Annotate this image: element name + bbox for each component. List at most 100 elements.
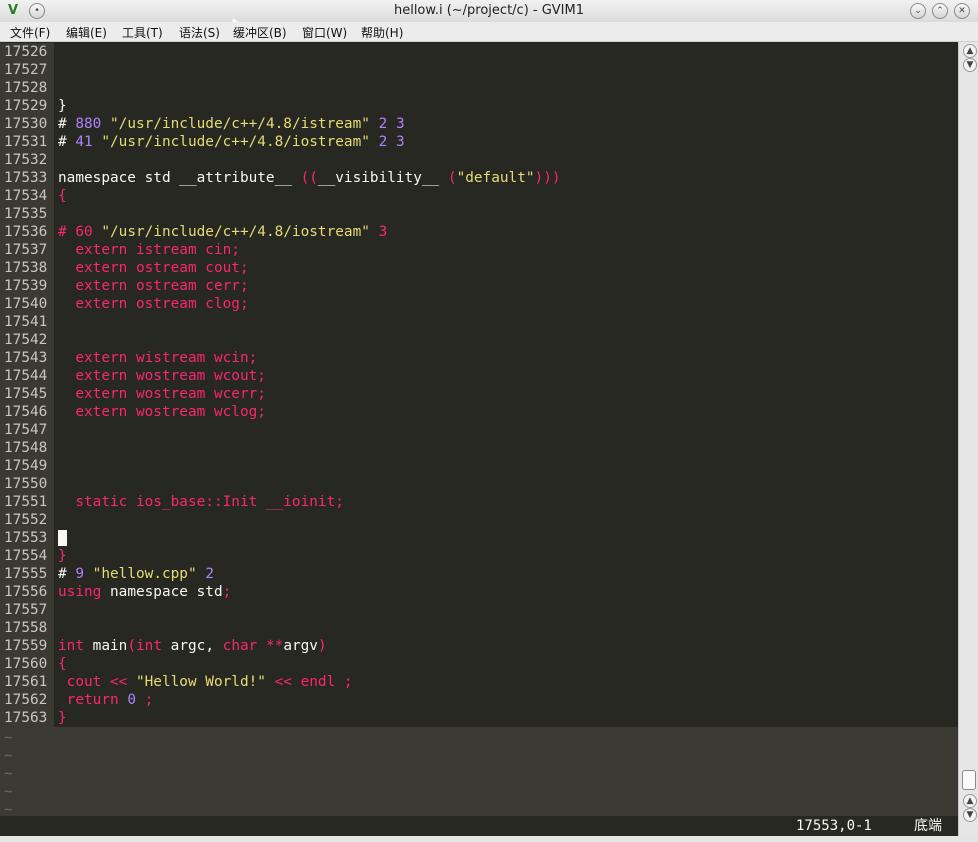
line-number: 17544 bbox=[0, 367, 54, 385]
line-number: 17538 bbox=[0, 259, 54, 277]
cursor-position: 17553,0-1 bbox=[796, 818, 872, 834]
code-text[interactable]: # 9 "hellow.cpp" 2 bbox=[58, 565, 214, 583]
code-line[interactable]: 17539 extern ostream cerr; bbox=[0, 277, 958, 295]
code-line[interactable]: 17548 bbox=[0, 439, 958, 457]
code-line[interactable]: 17549 bbox=[0, 457, 958, 475]
code-line[interactable]: 17547 bbox=[0, 421, 958, 439]
code-line[interactable]: 17530 # 880 "/usr/include/c++/4.8/istream… bbox=[0, 115, 958, 133]
code-line[interactable]: 17558 bbox=[0, 619, 958, 637]
menu-help[interactable]: 帮助(H) bbox=[361, 24, 403, 41]
code-text[interactable]: # 880 "/usr/include/c++/4.8/istream" 2 3 bbox=[58, 115, 405, 133]
code-line[interactable]: 17552 bbox=[0, 511, 958, 529]
menu-file[interactable]: 文件(F) bbox=[10, 24, 50, 41]
code-text[interactable]: namespace std __attribute__ ((__visibili… bbox=[58, 169, 561, 187]
editor-area[interactable]: ~ ~ ~ ~ ~ 17526 17527 17528 17529} 17530 # 880 "/… bbox=[0, 42, 958, 818]
line-number: 17559 bbox=[0, 637, 54, 655]
line-number: 17553 bbox=[0, 529, 54, 547]
vertical-scrollbar[interactable]: ▲ ▼ ▲ ▼ bbox=[958, 42, 978, 836]
line-number: 17530 bbox=[0, 115, 54, 133]
line-number: 17539 bbox=[0, 277, 54, 295]
code-line[interactable]: 17537 extern istream cin; bbox=[0, 241, 958, 259]
code-line[interactable]: 17534{ bbox=[0, 187, 958, 205]
code-line[interactable]: 17532 bbox=[0, 151, 958, 169]
code-line[interactable]: 17551 static ios_base::Init __ioinit; bbox=[0, 493, 958, 511]
code-line[interactable]: 17527 bbox=[0, 61, 958, 79]
code-line[interactable]: 17561 cout << "Hellow World!" << endl ; bbox=[0, 673, 958, 691]
menu-tools[interactable]: 工具(T) bbox=[122, 24, 163, 41]
code-text[interactable]: extern wistream wcin; bbox=[58, 349, 257, 367]
code-line[interactable]: 17554} bbox=[0, 547, 958, 565]
scroll-down-arrow-icon[interactable]: ▼ bbox=[963, 808, 977, 822]
code-line[interactable]: 17553 bbox=[0, 529, 958, 547]
line-number: 17527 bbox=[0, 61, 54, 79]
code-text[interactable]: return 0 ; bbox=[58, 691, 154, 709]
menu-syntax[interactable]: 语法(S) bbox=[179, 24, 220, 41]
menu-buffers[interactable]: 缓冲区(B) bbox=[233, 24, 287, 41]
line-number: 17557 bbox=[0, 601, 54, 619]
code-line[interactable]: 17562 return 0 ; bbox=[0, 691, 958, 709]
code-line[interactable]: 17557 bbox=[0, 601, 958, 619]
code-line[interactable]: 17536 # 60 "/usr/include/c++/4.8/iostream… bbox=[0, 223, 958, 241]
code-text[interactable]: # 41 "/usr/include/c++/4.8/iostream" 2 3 bbox=[58, 133, 405, 151]
line-number: 17550 bbox=[0, 475, 54, 493]
maximize-button[interactable]: ⌃ bbox=[932, 3, 948, 19]
menu-window[interactable]: 窗口(W) bbox=[302, 24, 347, 41]
code-text[interactable]: } bbox=[58, 709, 67, 727]
code-line[interactable]: 17528 bbox=[0, 79, 958, 97]
code-text[interactable]: extern ostream cerr; bbox=[58, 277, 248, 295]
line-number: 17545 bbox=[0, 385, 54, 403]
scroll-up-arrow-icon[interactable]: ▲ bbox=[963, 794, 977, 808]
code-text[interactable]: } bbox=[58, 97, 67, 115]
line-number: 17531 bbox=[0, 133, 54, 151]
code-line[interactable]: 17555 # 9 "hellow.cpp" 2 bbox=[0, 565, 958, 583]
code-line[interactable]: 17544 extern wostream wcout; bbox=[0, 367, 958, 385]
code-text[interactable]: extern wostream wclog; bbox=[58, 403, 266, 421]
line-number: 17534 bbox=[0, 187, 54, 205]
minimize-button[interactable]: ⌄ bbox=[910, 3, 926, 19]
code-text[interactable]: extern ostream cout; bbox=[58, 259, 248, 277]
code-text[interactable]: extern wostream wcerr; bbox=[58, 385, 266, 403]
code-text[interactable]: int main(int argc, char **argv) bbox=[58, 637, 327, 655]
code-text[interactable]: using namespace std; bbox=[58, 583, 231, 601]
line-number: 17535 bbox=[0, 205, 54, 223]
code-line[interactable]: 17545 extern wostream wcerr; bbox=[0, 385, 958, 403]
code-text[interactable]: static ios_base::Init __ioinit; bbox=[58, 493, 344, 511]
code-text[interactable]: extern wostream wcout; bbox=[58, 367, 266, 385]
code-line[interactable]: 17535 bbox=[0, 205, 958, 223]
code-line[interactable]: 17533 namespace std __attribute__ ((__vis… bbox=[0, 169, 958, 187]
code-line[interactable]: 17538 extern ostream cout; bbox=[0, 259, 958, 277]
code-text[interactable]: { bbox=[58, 187, 67, 205]
code-line[interactable]: 17526 bbox=[0, 43, 958, 61]
code-line[interactable]: 17559 int main(int argc, char **argv) bbox=[0, 637, 958, 655]
code-text[interactable]: { bbox=[58, 655, 67, 673]
scroll-up-arrow-icon[interactable]: ▲ bbox=[963, 44, 977, 58]
code-text[interactable]: # 60 "/usr/include/c++/4.8/iostream" 3 bbox=[58, 223, 387, 241]
menu-bar: 文件(F) 编辑(E) 工具(T) 语法(S) 缓冲区(B) 窗口(W) 帮助(… bbox=[0, 22, 978, 42]
code-text[interactable]: extern istream cin; bbox=[58, 241, 240, 259]
code-line[interactable]: 17556 using namespace std; bbox=[0, 583, 958, 601]
close-button[interactable]: ✕ bbox=[954, 3, 970, 19]
code-line[interactable]: 17543 extern wistream wcin; bbox=[0, 349, 958, 367]
code-line[interactable]: 17550 bbox=[0, 475, 958, 493]
empty-line-marker: ~ bbox=[4, 748, 13, 764]
code-text[interactable]: } bbox=[58, 547, 67, 565]
code-line[interactable]: 17563} bbox=[0, 709, 958, 727]
menu-edit[interactable]: 编辑(E) bbox=[66, 24, 107, 41]
code-line[interactable]: 17546 extern wostream wclog; bbox=[0, 403, 958, 421]
empty-buffer-area: ~ ~ ~ ~ ~ bbox=[0, 727, 958, 818]
code-line[interactable]: 17542 bbox=[0, 331, 958, 349]
line-number: 17554 bbox=[0, 547, 54, 565]
code-text[interactable]: cout << "Hellow World!" << endl ; bbox=[58, 673, 353, 691]
line-number: 17546 bbox=[0, 403, 54, 421]
line-number: 17555 bbox=[0, 565, 54, 583]
code-line[interactable]: 17531 # 41 "/usr/include/c++/4.8/iostream… bbox=[0, 133, 958, 151]
scrollbar-thumb[interactable] bbox=[962, 770, 976, 790]
scroll-down-arrow-icon[interactable]: ▼ bbox=[963, 58, 977, 72]
code-line[interactable]: 17529} bbox=[0, 97, 958, 115]
code-line[interactable]: 17560{ bbox=[0, 655, 958, 673]
line-number: 17543 bbox=[0, 349, 54, 367]
code-line[interactable]: 17541 bbox=[0, 313, 958, 331]
empty-line-marker: ~ bbox=[4, 766, 13, 782]
code-line[interactable]: 17540 extern ostream clog; bbox=[0, 295, 958, 313]
code-text[interactable]: extern ostream clog; bbox=[58, 295, 248, 313]
